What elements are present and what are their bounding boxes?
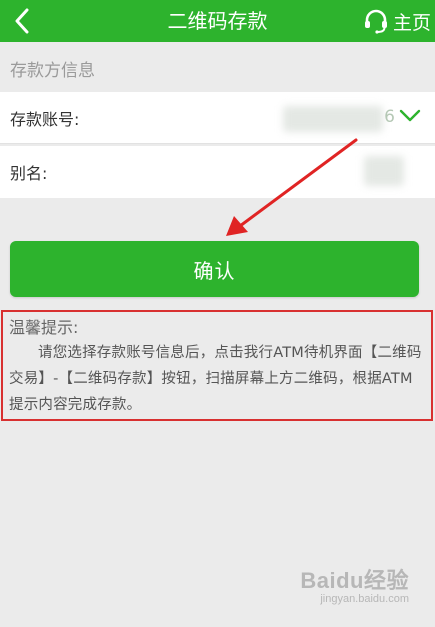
headset-icon [364,9,387,34]
watermark: Baidu经验 jingyan.baidu.com [300,563,409,605]
app-header: 二维码存款 主页 [0,0,435,42]
confirm-button[interactable]: 确认 [10,241,419,297]
alias-label: 别名: [10,164,48,183]
alias-row[interactable]: 别名: [0,146,435,198]
tips-body: 请您选择存款账号信息后，点击我行ATM待机界面【二维码交易】-【二维码存款】按钮… [9,345,422,413]
back-button[interactable] [0,0,44,42]
tips-box: 温馨提示: 请您选择存款账号信息后，点击我行ATM待机界面【二维码交易】-【二维… [1,310,433,421]
chevron-left-icon [15,8,29,34]
account-value-suffix: 6 [384,107,395,127]
home-button[interactable]: 主页 [363,0,431,42]
home-label: 主页 [392,11,431,34]
watermark-logo: Baidu经验 [300,568,409,593]
account-row[interactable]: 存款账号: 6 [0,92,435,144]
account-label: 存款账号: [10,109,80,129]
chevron-down-icon[interactable] [399,108,421,124]
section-title: 存款方信息 [10,61,95,81]
account-value-blurred [283,106,383,132]
alias-value-blurred [364,156,404,186]
tips-title: 温馨提示: [9,318,79,337]
